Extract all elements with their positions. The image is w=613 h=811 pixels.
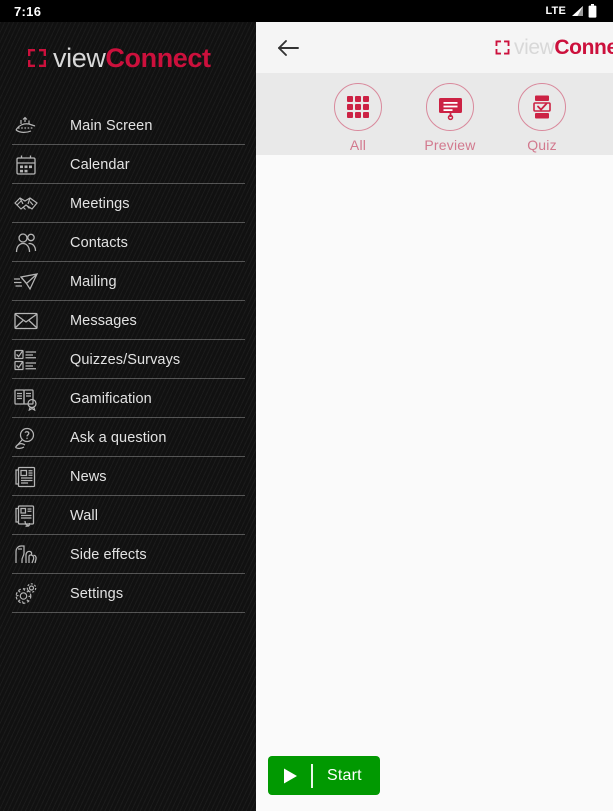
sidebar-item-label: Settings [70,585,124,602]
battery-icon [588,4,597,18]
app-bar: viewConnect [256,22,613,73]
sidebar-item-label: Side effects [70,546,147,563]
sidebar-brand-logo: view Connect [0,22,256,94]
status-indicators: LTE [545,4,605,18]
status-bar: 7:16 LTE [0,0,613,22]
sidebar-item-main-screen[interactable]: Main Screen [0,106,256,145]
sidebar-item-label: Meetings [70,195,130,212]
quiz-checklist-icon [533,95,551,119]
start-button-divider [311,763,313,788]
sidebar-item-settings[interactable]: Settings [0,574,256,613]
presentation-icon [438,97,462,120]
sidebar-item-label: Contacts [70,234,129,251]
sidebar-item-label: News [70,468,107,485]
main-screen-icon [12,112,40,140]
sidebar-item-label: Messages [70,312,137,329]
sidebar-menu: Main Screen Calendar Meetings Contacts M… [0,94,256,613]
tab-label: Preview [424,137,476,153]
sidebar-item-mailing[interactable]: Mailing [0,262,256,301]
tab-preview[interactable]: Preview [404,83,496,153]
grid-icon [347,96,369,118]
brand-text-bold: Connect [105,42,211,73]
play-icon [284,768,297,783]
navigation-drawer: view Connect Main Screen Calendar Meetin… [0,22,256,811]
sidebar-item-gamification[interactable]: Gamification [0,379,256,418]
checklist-icon [12,346,40,374]
brand-text-light: view [514,35,555,59]
start-button[interactable]: Start [268,756,380,795]
handshake-icon [12,190,40,218]
sidebar-item-label: Main Screen [70,117,153,134]
sidebar-item-label: Wall [70,507,99,524]
newspaper-icon [12,463,40,491]
sidebar-item-messages[interactable]: Messages [0,301,256,340]
tab-all[interactable]: All [312,83,404,153]
appbar-brand-logo: viewConnect [494,36,613,60]
sidebar-item-label: Gamification [70,390,152,407]
envelope-icon [12,307,40,335]
book-award-icon [12,385,40,413]
category-tab-strip: All Preview Quiz [256,73,613,155]
sidebar-item-calendar[interactable]: Calendar [0,145,256,184]
sidebar-item-meetings[interactable]: Meetings [0,184,256,223]
sidebar-item-label: Ask a question [70,429,167,446]
content-area: Start [256,155,613,811]
sidebar-item-label: Calendar [70,156,130,173]
tab-quiz-circle [518,83,566,131]
start-button-label: Start [327,766,362,784]
bracket-frame-icon [28,49,46,67]
sidebar-item-wall[interactable]: Wall [0,496,256,535]
tab-label: Quiz [527,137,557,153]
sidebar-item-side-effects[interactable]: Side effects [0,535,256,574]
back-arrow-icon [278,39,299,56]
status-time: 7:16 [14,3,42,19]
tab-preview-circle [426,83,474,131]
contacts-icon [12,229,40,257]
gear-icon [12,580,40,608]
sidebar-item-news[interactable]: News [0,457,256,496]
sidebar-item-label: Quizzes/Survays [70,351,181,368]
sidebar-item-label: Mailing [70,273,117,290]
signal-bars-icon [572,6,583,16]
tab-all-circle [334,83,382,131]
side-effects-icon [12,541,40,569]
brand-text-bold: Connect [554,35,613,59]
brand-text-light: view [53,42,106,73]
back-button[interactable] [266,26,310,70]
sidebar-item-quizzes-survays[interactable]: Quizzes/Survays [0,340,256,379]
sidebar-item-contacts[interactable]: Contacts [0,223,256,262]
mailing-icon [12,268,40,296]
bracket-frame-icon [495,40,510,55]
wall-post-icon [12,502,40,530]
tab-label: All [349,137,367,153]
question-bubble-icon [12,424,40,452]
main-pane: viewConnect All [256,22,613,811]
tab-quiz[interactable]: Quiz [496,83,588,153]
calendar-icon [12,151,40,179]
sidebar-item-ask-a-question[interactable]: Ask a question [0,418,256,457]
network-type-label: LTE [545,5,566,17]
